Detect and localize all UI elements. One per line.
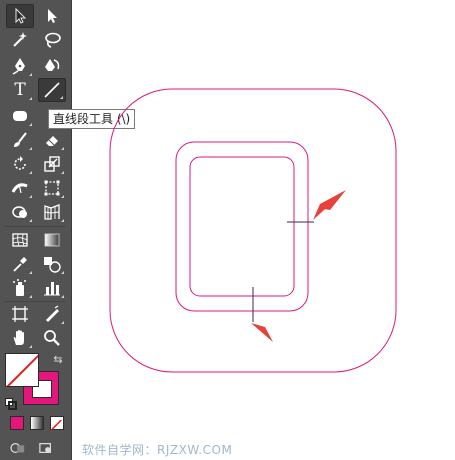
- zoom-tool[interactable]: [38, 326, 66, 350]
- outer-rounded-square[interactable]: [109, 88, 397, 373]
- symbol-sprayer-tool[interactable]: [6, 276, 34, 300]
- slice-tool[interactable]: [38, 302, 66, 326]
- none-mode-button[interactable]: [50, 416, 64, 431]
- shape-builder-tool[interactable]: [6, 200, 34, 224]
- magic-wand-icon: [13, 32, 27, 47]
- curvature-pen-icon: [45, 59, 60, 71]
- hand-icon: [13, 330, 24, 345]
- scale-icon: [44, 156, 60, 172]
- direct-selection-arrow-icon: [48, 9, 57, 23]
- inner-frame-inner-edge[interactable]: [189, 156, 295, 297]
- type-icon: T: [14, 80, 26, 100]
- pen-icon: [12, 58, 25, 75]
- slice-icon: [46, 305, 59, 322]
- blend-icon: [44, 257, 61, 273]
- rotate-icon: [14, 156, 26, 170]
- perspective-grid-icon: [44, 204, 60, 220]
- line-segment-icon: [44, 82, 60, 98]
- hand-tool[interactable]: [6, 326, 34, 350]
- column-graph-tool[interactable]: [38, 276, 66, 300]
- illustrator-window: T ⇆ 直线段工具 (\) 软件自学网：RJZXW.COM: [0, 0, 455, 460]
- eyedropper-tool[interactable]: [6, 252, 34, 276]
- curvature-tool[interactable]: [38, 54, 66, 78]
- rounded-rectangle-icon: [13, 111, 27, 121]
- eraser-tool[interactable]: [38, 128, 66, 152]
- selection-arrow-icon: [15, 7, 27, 24]
- eyedropper-icon: [13, 257, 27, 272]
- magic-wand-tool[interactable]: [6, 28, 34, 52]
- gradient-tool[interactable]: [38, 228, 66, 252]
- shape-builder-icon: [12, 206, 27, 218]
- watermark-text: 软件自学网：RJZXW.COM: [82, 443, 233, 457]
- direct-selection-tool[interactable]: [38, 4, 66, 28]
- width-tool[interactable]: [6, 176, 34, 200]
- none-fill-icon: [6, 354, 38, 386]
- fill-stroke-control: ⇆: [5, 353, 65, 410]
- paintbrush-icon: [14, 132, 27, 147]
- line-segment-tool[interactable]: [38, 78, 66, 102]
- artboard-canvas: [109, 88, 397, 373]
- zoom-icon: [44, 330, 60, 346]
- scale-tool[interactable]: [38, 152, 66, 176]
- gradient-icon: [44, 233, 60, 247]
- width-icon: [11, 183, 28, 194]
- free-transform-tool[interactable]: [38, 176, 66, 200]
- red-arrow-right-tail: [318, 190, 346, 210]
- gradient-mode-button[interactable]: [30, 416, 44, 430]
- perspective-grid-tool[interactable]: [38, 200, 66, 224]
- selection-tool[interactable]: [6, 4, 34, 28]
- none-icon: [50, 419, 62, 431]
- eraser-icon: [46, 136, 58, 146]
- pen-tool[interactable]: [6, 54, 34, 78]
- fill-swatch[interactable]: [5, 353, 39, 387]
- change-screen-mode-button[interactable]: [36, 440, 56, 456]
- paintbrush-tool[interactable]: [6, 128, 34, 152]
- column-graph-icon: [44, 282, 60, 296]
- draw-mode-icon: [10, 443, 25, 453]
- mesh-icon: [12, 233, 28, 247]
- free-transform-icon: [44, 180, 60, 196]
- red-arrow-bottom: [251, 323, 273, 342]
- screen-mode-icon: [39, 443, 51, 453]
- inner-frame-outer-edge[interactable]: [175, 141, 309, 312]
- draw-normal-button[interactable]: [8, 440, 28, 456]
- lasso-tool[interactable]: [38, 28, 66, 52]
- color-mode-button[interactable]: [10, 416, 24, 430]
- symbol-sprayer-icon: [13, 279, 26, 296]
- artboard-tool[interactable]: [6, 302, 34, 326]
- mesh-tool[interactable]: [6, 228, 34, 252]
- type-tool[interactable]: T: [6, 78, 34, 102]
- default-fill-stroke-icon[interactable]: [5, 395, 17, 410]
- artboard-icon: [12, 306, 28, 322]
- swap-fill-stroke-icon[interactable]: ⇆: [51, 353, 65, 367]
- blend-tool[interactable]: [38, 252, 66, 276]
- lasso-icon: [45, 32, 61, 48]
- rectangle-tool[interactable]: [6, 104, 34, 128]
- rotate-tool[interactable]: [6, 152, 34, 176]
- red-arrow-bottom-tail: [260, 326, 273, 342]
- tools-panel: T ⇆: [0, 0, 72, 460]
- toolbar-divider: [4, 226, 66, 227]
